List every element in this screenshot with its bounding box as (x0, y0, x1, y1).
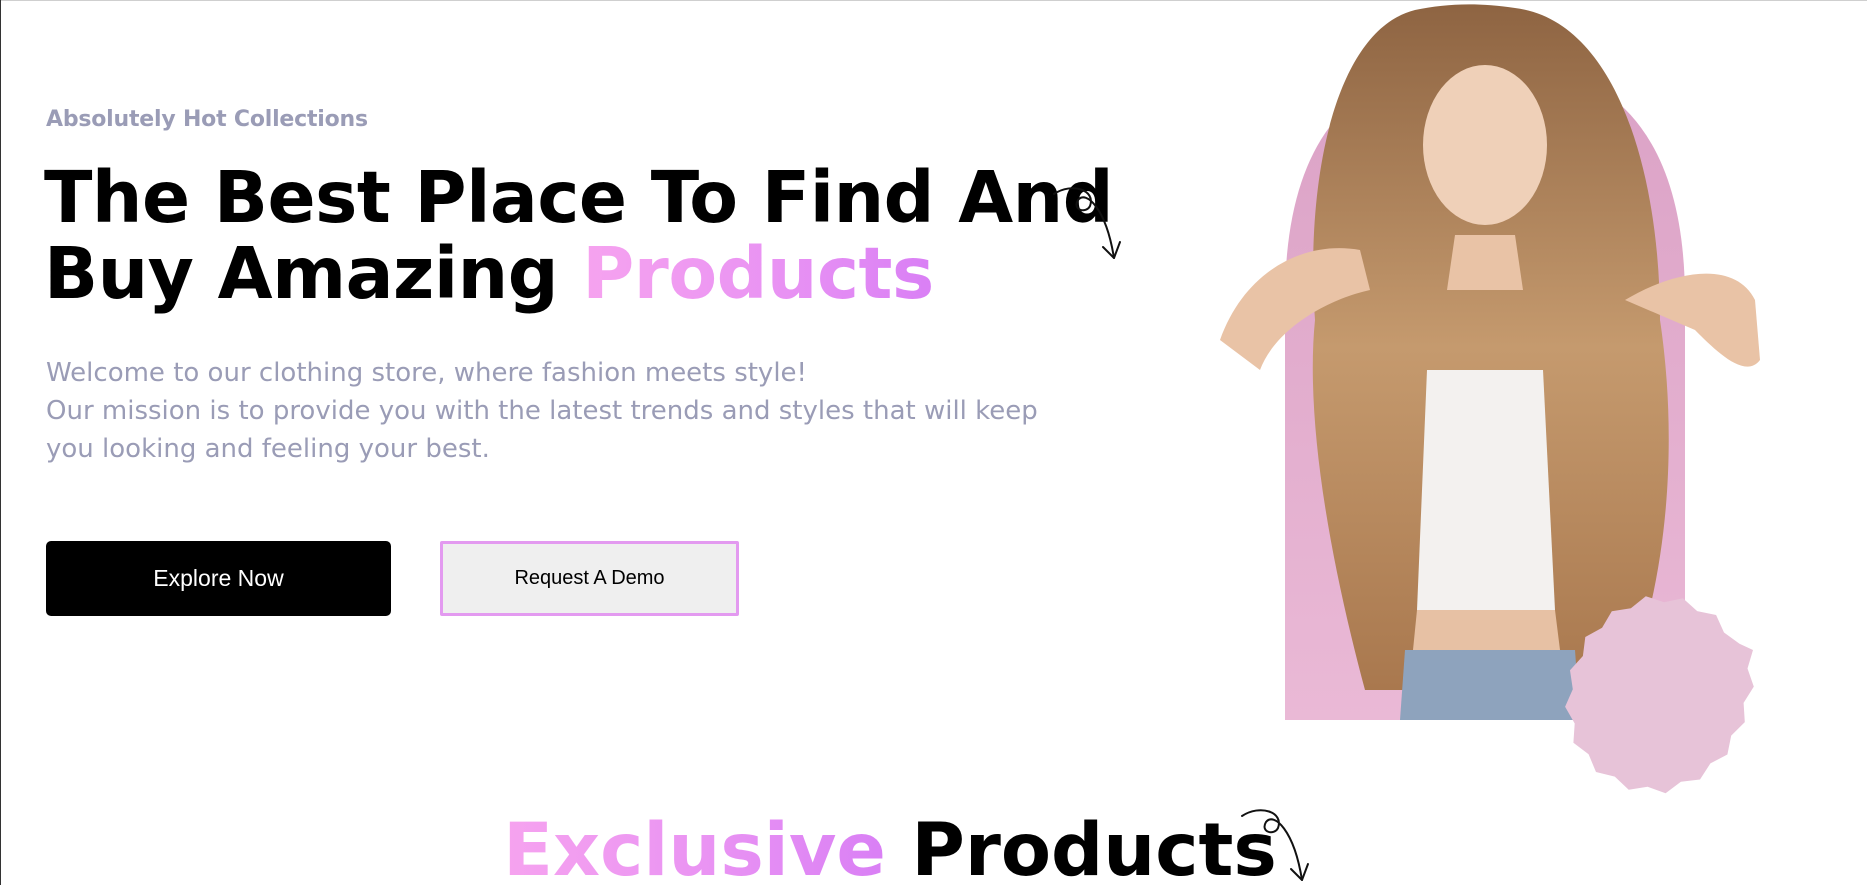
intro-line-1: Welcome to our clothing store, where fas… (46, 358, 807, 388)
curly-arrow-icon (1241, 809, 1309, 881)
hero-headline: The Best Place To Find And Buy Amazing P… (44, 160, 1114, 315)
intro-line-2: Our mission is to provide you with the l… (46, 396, 1038, 426)
section-title: Exclusive Products (0, 806, 1780, 896)
curly-arrow-icon (1053, 187, 1121, 259)
headline-line-1: The Best Place To Find And (44, 156, 1114, 239)
explore-now-button[interactable]: Explore Now (46, 541, 391, 616)
intro-line-3: you looking and feeling your best. (46, 434, 490, 464)
window-left-border (0, 0, 1, 885)
request-demo-button[interactable]: Request A Demo (440, 541, 739, 616)
headline-highlight: Products (582, 232, 934, 315)
hero-intro: Welcome to our clothing store, where fas… (46, 354, 1038, 468)
hero-model-image (1220, 4, 1760, 794)
section-title-rest: Products (885, 808, 1277, 893)
section-title-highlight: Exclusive (503, 808, 886, 893)
hero-eyebrow: Absolutely Hot Collections (46, 107, 368, 132)
headline-line-2-prefix: Buy Amazing (44, 232, 583, 315)
